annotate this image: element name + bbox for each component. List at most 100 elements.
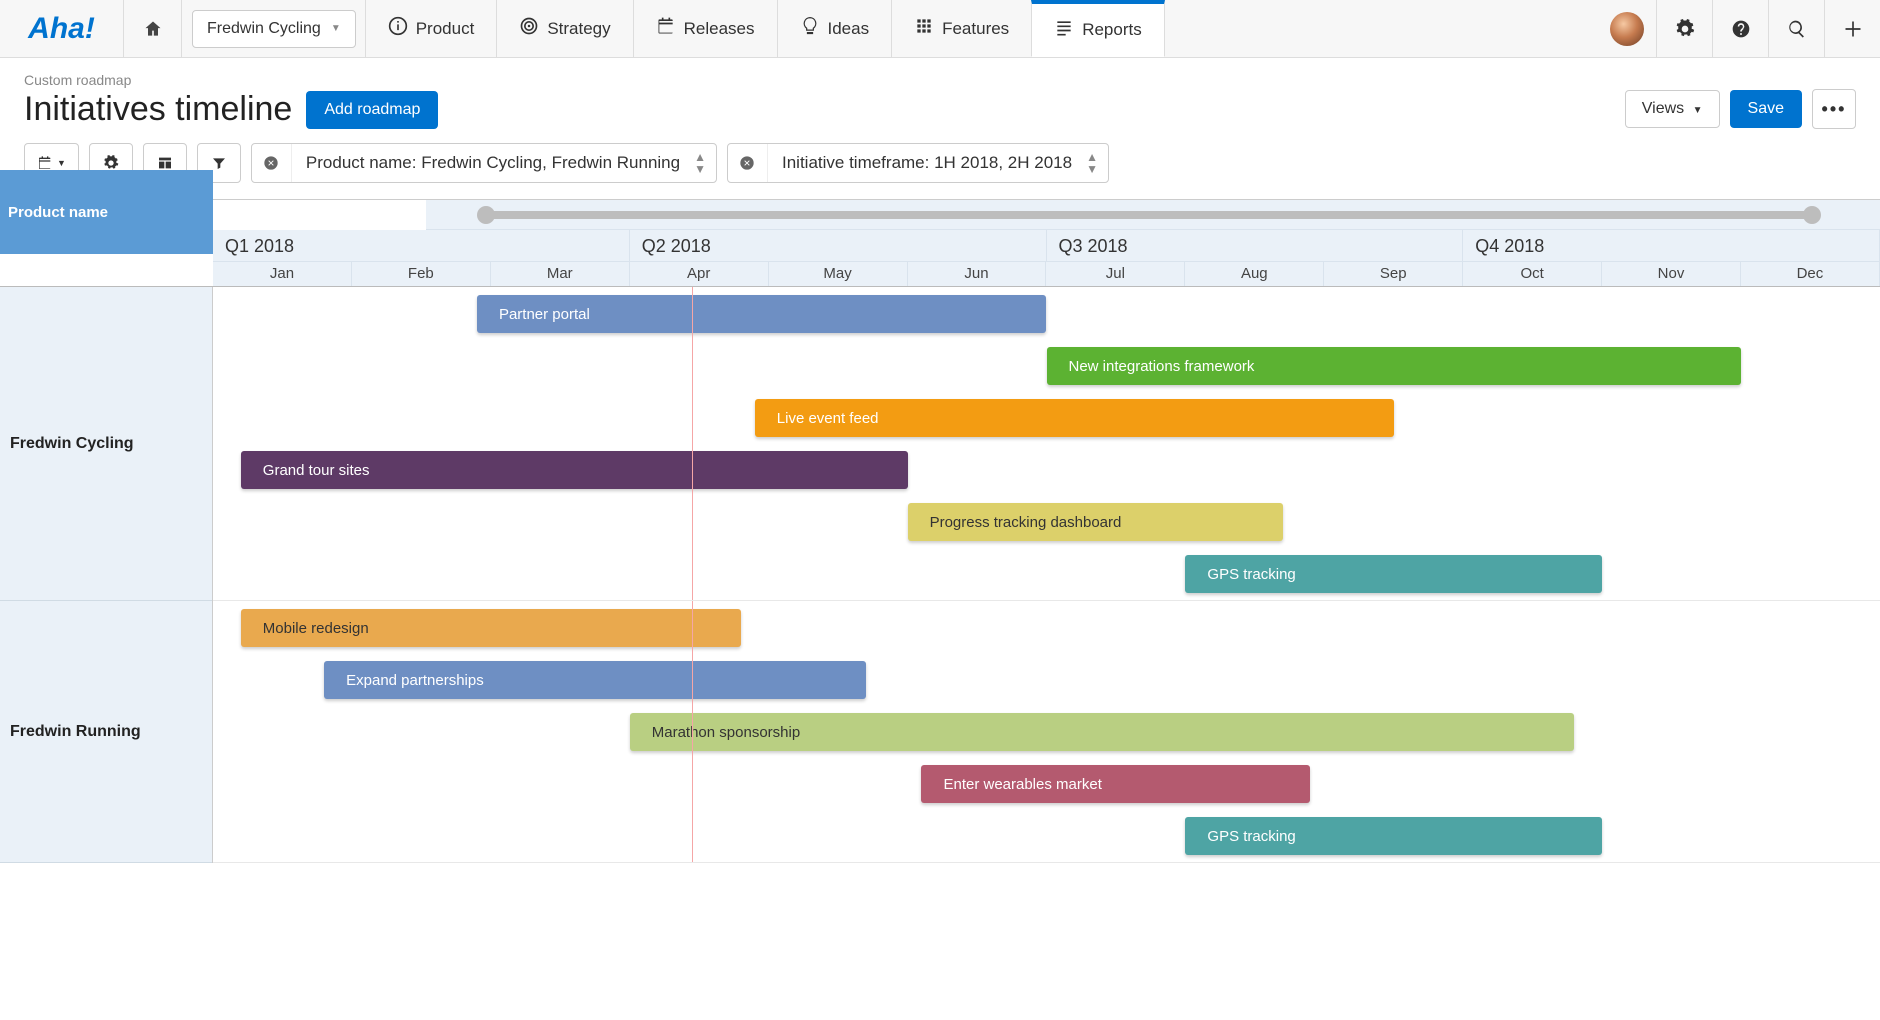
initiative-bar[interactable]: Live event feed <box>755 399 1394 437</box>
workspace-selector[interactable]: Fredwin Cycling ▼ <box>192 10 356 48</box>
filter-product-label: Product name: Fredwin Cycling, Fredwin R… <box>292 153 694 173</box>
timeline-columns: Q1 2018Q2 2018Q3 2018Q4 2018 JanFebMarAp… <box>213 200 1880 286</box>
close-circle-icon <box>739 155 755 171</box>
timeline-scrubber[interactable] <box>426 200 1880 230</box>
plus-icon <box>1843 19 1863 39</box>
timeline-row-label: Fredwin Running <box>0 601 212 863</box>
initiative-bar[interactable]: Mobile redesign <box>241 609 741 647</box>
nav-tab-label: Features <box>942 19 1009 39</box>
views-button-label: Views <box>1642 100 1684 117</box>
search-icon <box>1787 19 1807 39</box>
top-nav: Aha! Fredwin Cycling ▼ Product Strategy Re… <box>0 0 1880 58</box>
caret-down-icon: ▼ <box>331 23 341 34</box>
home-button[interactable] <box>124 0 182 57</box>
calendar-icon <box>37 155 53 171</box>
gantt-area: Partner portalNew integrations framework… <box>213 287 1880 863</box>
nav-tab-ideas[interactable]: Ideas <box>777 0 893 57</box>
nav-tab-label: Ideas <box>828 19 870 39</box>
initiative-bar[interactable]: New integrations framework <box>1047 347 1742 385</box>
nav-tab-features[interactable]: Features <box>891 0 1032 57</box>
quarter-header: Q3 2018 <box>1047 230 1464 262</box>
save-button[interactable]: Save <box>1730 90 1802 128</box>
quarter-header: Q1 2018 <box>213 230 630 262</box>
page-title: Initiatives timeline <box>24 90 292 129</box>
caret-down-icon: ▼ <box>1693 105 1703 116</box>
close-circle-icon <box>263 155 279 171</box>
month-header: Oct <box>1463 262 1602 286</box>
timeline-row-labels: Fredwin CyclingFredwin Running <box>0 287 213 863</box>
top-nav-right <box>1598 0 1880 57</box>
app-logo[interactable]: Aha! <box>0 0 124 57</box>
scrub-track <box>486 211 1820 219</box>
quarter-header: Q4 2018 <box>1463 230 1880 262</box>
nav-tab-label: Releases <box>684 19 755 39</box>
gantt-row: Partner portalNew integrations framework… <box>213 287 1880 601</box>
timeline-header: Product name Q1 2018Q2 2018Q3 2018Q4 201… <box>0 200 1880 287</box>
clear-filter-timeframe[interactable] <box>728 144 768 182</box>
sort-indicator-icon: ▲▼ <box>1086 151 1098 175</box>
initiative-bar[interactable]: Enter wearables market <box>921 765 1310 803</box>
today-marker <box>692 601 693 862</box>
nav-tab-releases[interactable]: Releases <box>633 0 778 57</box>
help-icon <box>1731 19 1751 39</box>
nav-tab-strategy[interactable]: Strategy <box>496 0 633 57</box>
filter-pill-product[interactable]: Product name: Fredwin Cycling, Fredwin R… <box>251 143 717 183</box>
page-header: Custom roadmap Initiatives timeline Add … <box>0 58 1880 139</box>
gear-icon <box>103 155 119 171</box>
month-header: Jan <box>213 262 352 286</box>
initiative-bar[interactable]: GPS tracking <box>1185 817 1602 855</box>
target-icon <box>519 16 539 41</box>
filter-icon <box>211 155 227 171</box>
main-nav-tabs: Product Strategy Releases Ideas Features Repo… <box>366 0 1165 57</box>
month-header: Dec <box>1741 262 1880 286</box>
initiative-bar[interactable]: Progress tracking dashboard <box>908 503 1283 541</box>
ellipsis-icon: ••• <box>1822 99 1847 120</box>
page-header-left: Custom roadmap Initiatives timeline Add … <box>24 72 438 129</box>
quarter-header: Q2 2018 <box>630 230 1047 262</box>
add-roadmap-button[interactable]: Add roadmap <box>306 91 438 129</box>
grid-icon <box>914 16 934 41</box>
views-button[interactable]: Views ▼ <box>1625 90 1720 128</box>
timeline: Product name Q1 2018Q2 2018Q3 2018Q4 201… <box>0 199 1880 863</box>
nav-tab-label: Product <box>416 19 475 39</box>
filter-timeframe-label: Initiative timeframe: 1H 2018, 2H 2018 <box>768 153 1086 173</box>
month-header: Nov <box>1602 262 1741 286</box>
month-header: Aug <box>1185 262 1324 286</box>
nav-tab-reports[interactable]: Reports <box>1031 0 1165 57</box>
month-header: Mar <box>491 262 630 286</box>
initiative-bar[interactable]: Grand tour sites <box>241 451 908 489</box>
today-marker <box>692 287 693 600</box>
initiative-bar[interactable]: Marathon sponsorship <box>630 713 1575 751</box>
add-button[interactable] <box>1824 0 1880 57</box>
month-header: Jul <box>1046 262 1185 286</box>
nav-tab-product[interactable]: Product <box>365 0 498 57</box>
breadcrumb[interactable]: Custom roadmap <box>24 72 438 88</box>
timeline-body: Fredwin CyclingFredwin Running Partner p… <box>0 287 1880 863</box>
initiative-bar[interactable]: Partner portal <box>477 295 1047 333</box>
bulb-icon <box>800 16 820 41</box>
scrub-handle-right[interactable] <box>1803 206 1821 224</box>
help-button[interactable] <box>1712 0 1768 57</box>
timeline-corner-label: Product name <box>0 170 213 254</box>
month-header: May <box>769 262 908 286</box>
gantt-row: Mobile redesign Expand partnerships Marath… <box>213 601 1880 863</box>
avatar[interactable] <box>1610 12 1644 46</box>
clear-filter-product[interactable] <box>252 144 292 182</box>
page-header-right: Views ▼ Save ••• <box>1625 89 1856 129</box>
initiative-bar[interactable]: GPS tracking <box>1185 555 1602 593</box>
settings-button[interactable] <box>1656 0 1712 57</box>
home-icon <box>143 19 163 39</box>
search-button[interactable] <box>1768 0 1824 57</box>
more-actions-button[interactable]: ••• <box>1812 89 1856 129</box>
filter-pill-timeframe[interactable]: Initiative timeframe: 1H 2018, 2H 2018 ▲… <box>727 143 1109 183</box>
month-header: Feb <box>352 262 491 286</box>
calendar-icon <box>656 16 676 41</box>
table-icon <box>157 155 173 171</box>
info-icon <box>388 16 408 41</box>
scrub-handle-left[interactable] <box>477 206 495 224</box>
gear-icon <box>1675 19 1695 39</box>
timeline-row-label: Fredwin Cycling <box>0 287 212 601</box>
initiative-bar[interactable]: Expand partnerships <box>324 661 866 699</box>
report-icon <box>1054 18 1074 43</box>
month-header: Jun <box>908 262 1047 286</box>
